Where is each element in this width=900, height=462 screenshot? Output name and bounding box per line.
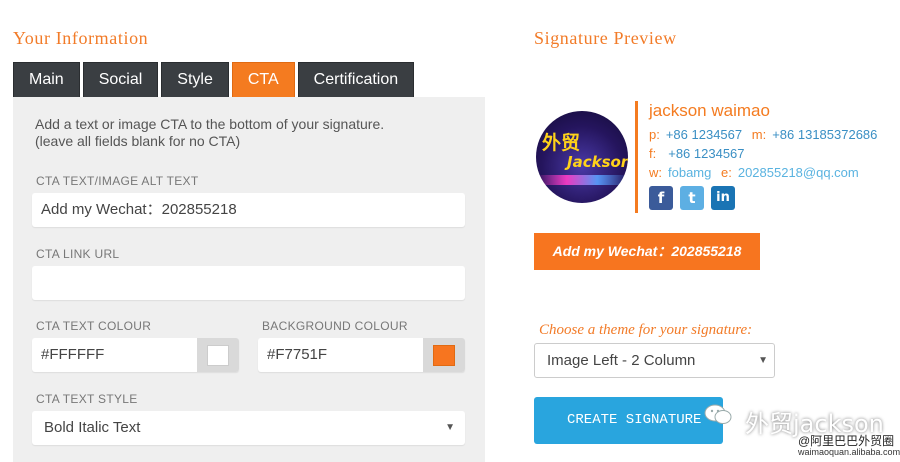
watermark-url: waimaoquan.alibaba.com xyxy=(798,447,900,457)
background-colour-swatch xyxy=(433,345,455,366)
theme-select[interactable]: Image Left - 2 Column ▼ xyxy=(534,343,775,378)
create-signature-button[interactable]: CREATE SIGNATURE xyxy=(534,397,723,444)
cta-preview-button[interactable]: Add my Wechat：202855218 xyxy=(534,233,760,270)
background-colour-input[interactable]: #F7751F xyxy=(258,338,465,372)
tab-bar: Main Social Style CTA Certification xyxy=(13,62,415,97)
avatar-glow xyxy=(536,175,628,185)
tab-main[interactable]: Main xyxy=(13,62,80,97)
signature-phone-line: p: +86 1234567 m: +86 13185372686 xyxy=(649,127,877,142)
tab-certification[interactable]: Certification xyxy=(297,62,415,97)
mobile-value[interactable]: +86 13185372686 xyxy=(772,127,877,142)
signature-fax-line: f: +86 1234567 xyxy=(649,146,745,161)
cta-text-style-value: Bold Italic Text xyxy=(44,419,141,436)
cta-text-label: CTA TEXT/IMAGE ALT TEXT xyxy=(36,174,199,188)
text-colour-picker[interactable] xyxy=(197,338,239,372)
cta-intro-text: Add a text or image CTA to the bottom of… xyxy=(35,116,384,150)
your-information-title: Your Information xyxy=(13,28,149,48)
tab-social[interactable]: Social xyxy=(82,62,159,97)
theme-label: Choose a theme for your signature: xyxy=(539,322,753,338)
avatar-cn-text: 外贸 xyxy=(542,132,581,154)
cta-intro-line-1: Add a text or image CTA to the bottom of… xyxy=(35,116,385,132)
twitter-icon[interactable]: t xyxy=(680,186,704,210)
web-link[interactable]: fobamg xyxy=(668,165,711,180)
fax-key: f: xyxy=(649,146,657,161)
cta-intro-line-2: (leave all fields blank for no CTA) xyxy=(35,133,241,149)
fax-value: +86 1234567 xyxy=(668,146,745,161)
tab-style[interactable]: Style xyxy=(161,62,229,97)
cta-text-input[interactable]: Add my Wechat：202855218 xyxy=(32,193,465,227)
email-key: e: xyxy=(721,165,732,180)
cta-link-input[interactable] xyxy=(32,266,465,300)
avatar-en-text: Jackson xyxy=(567,153,628,171)
cta-text-colour-input[interactable]: #FFFFFF xyxy=(32,338,239,372)
email-link[interactable]: 202855218@qq.com xyxy=(738,165,859,180)
cta-text-style-label: CTA TEXT STYLE xyxy=(36,392,138,406)
facebook-icon[interactable]: f xyxy=(649,186,673,210)
theme-select-value: Image Left - 2 Column xyxy=(547,352,696,369)
background-colour-picker[interactable] xyxy=(423,338,465,372)
avatar: 外贸 Jackson xyxy=(536,111,628,203)
background-colour-label: BACKGROUND COLOUR xyxy=(262,319,408,333)
cta-text-style-select[interactable]: Bold Italic Text ▼ xyxy=(32,411,465,445)
dropdown-arrow-icon: ▼ xyxy=(445,422,455,433)
mobile-key: m: xyxy=(751,127,767,142)
cta-link-label: CTA LINK URL xyxy=(36,247,120,261)
background-colour-value: #F7751F xyxy=(267,346,328,363)
phone-value[interactable]: +86 1234567 xyxy=(666,127,742,142)
signature-web-line: w: fobamg e: 202855218@qq.com xyxy=(649,165,859,180)
wechat-icon xyxy=(704,404,732,424)
linkedin-icon[interactable]: in xyxy=(711,186,735,210)
signature-name: jackson waimao xyxy=(649,101,770,120)
dropdown-arrow-icon: ▼ xyxy=(758,355,768,366)
tab-cta[interactable]: CTA xyxy=(231,62,295,97)
cta-text-colour-label: CTA TEXT COLOUR xyxy=(36,319,152,333)
cta-form-panel: Add a text or image CTA to the bottom of… xyxy=(13,97,485,462)
phone-key: p: xyxy=(649,127,660,142)
cta-text-colour-value: #FFFFFF xyxy=(41,346,105,363)
text-colour-swatch xyxy=(207,345,229,366)
signature-preview-title: Signature Preview xyxy=(534,28,677,48)
web-key: w: xyxy=(649,165,662,180)
signature-divider xyxy=(635,101,638,213)
